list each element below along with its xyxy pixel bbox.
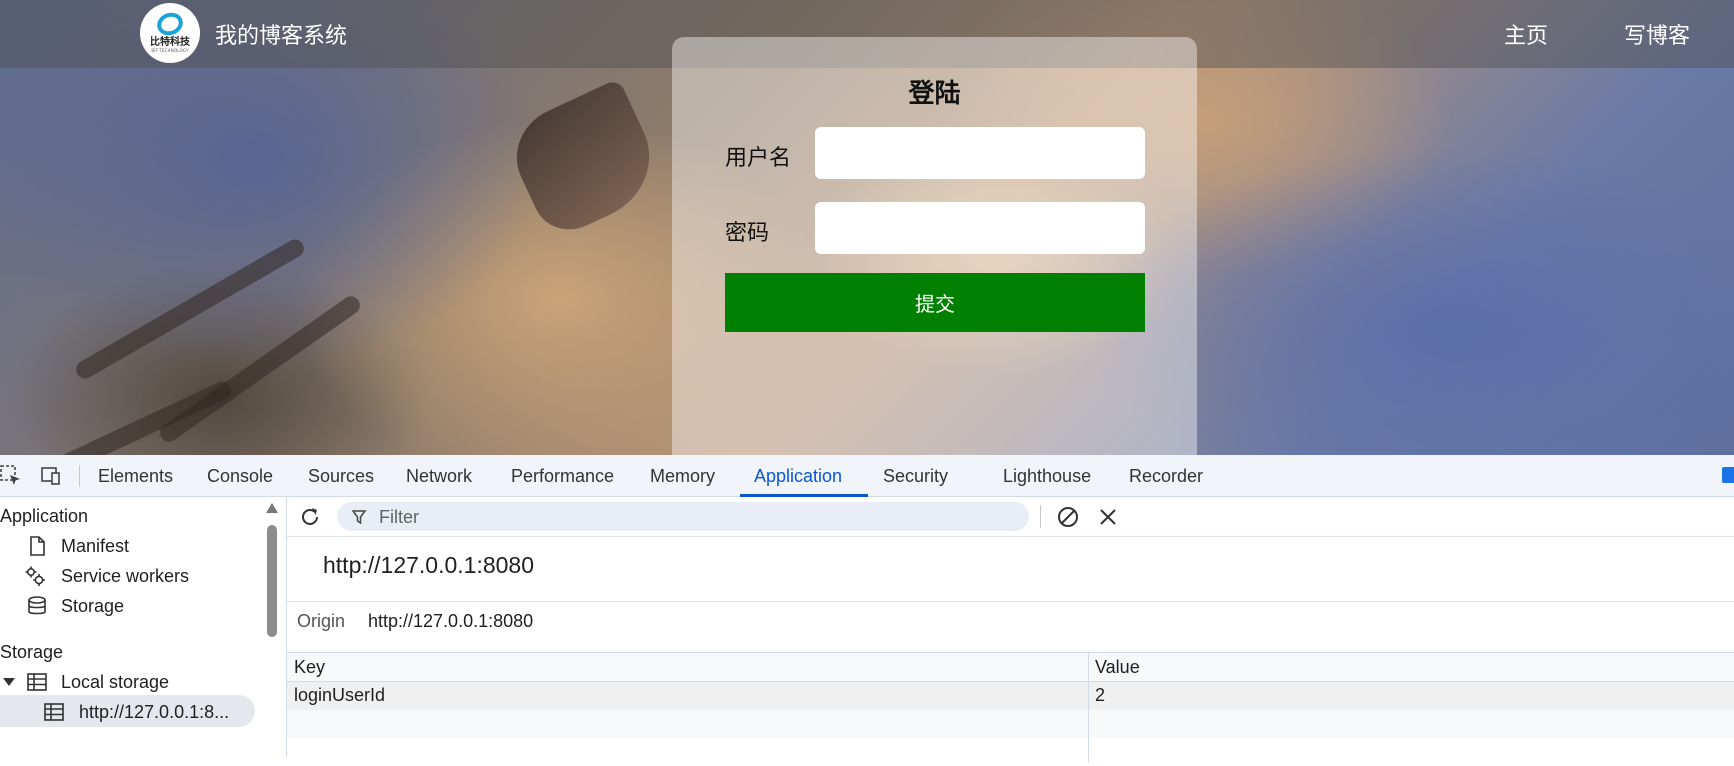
blog-page: 比特科技 BIT-TECHNOLOGY 我的博客系统 主页 写博客 登陆 用户名… <box>0 0 1734 455</box>
username-label: 用户名 <box>725 146 792 171</box>
nav-home-link[interactable]: 主页 <box>1504 18 1548 50</box>
sidebar-item-storage[interactable]: Storage <box>61 596 124 617</box>
tab-recorder[interactable]: Recorder <box>1129 466 1203 487</box>
table-icon <box>27 673 47 691</box>
storage-origin-header: http://127.0.0.1:8080 <box>323 552 535 578</box>
gears-icon <box>25 566 45 586</box>
table-header-row: Key Value <box>287 652 1734 682</box>
origin-label: Origin <box>297 611 346 631</box>
login-dialog: 登陆 用户名 密码 提交 <box>672 37 1197 455</box>
tab-elements[interactable]: Elements <box>98 466 173 487</box>
site-logo[interactable]: 比特科技 BIT-TECHNOLOGY <box>140 3 200 63</box>
inspect-element-icon[interactable] <box>0 465 22 487</box>
device-toolbar-icon[interactable] <box>40 465 62 487</box>
table-cell-key: loginUserId <box>294 685 386 705</box>
tab-network[interactable]: Network <box>406 466 472 487</box>
logo-subtext: BIT-TECHNOLOGY <box>151 48 189 53</box>
tab-memory[interactable]: Memory <box>650 466 715 487</box>
column-divider[interactable] <box>1088 652 1089 762</box>
storage-main-panel: http://127.0.0.1:8080 Origin http://127.… <box>286 497 1734 766</box>
tab-security[interactable]: Security <box>883 466 948 487</box>
devtools-tabbar: Elements Console Sources Network Perform… <box>0 455 1734 497</box>
site-title: 我的博客系统 <box>215 24 348 49</box>
tab-console[interactable]: Console <box>207 466 273 487</box>
toolbar-separator <box>79 465 80 487</box>
application-sidebar: Application Manifest Service workers Sto… <box>0 497 260 757</box>
tab-lighthouse[interactable]: Lighthouse <box>1003 466 1091 487</box>
tab-application[interactable]: Application <box>754 466 842 487</box>
sidebar-heading-storage: Storage <box>0 642 64 662</box>
table-row[interactable]: loginUserId 2 <box>287 682 1734 710</box>
sidebar-item-manifest[interactable]: Manifest <box>61 536 129 557</box>
sidebar-item-service-workers[interactable]: Service workers <box>61 566 189 587</box>
toolbar-separator <box>1040 505 1041 528</box>
tab-sources[interactable]: Sources <box>308 466 374 487</box>
logo-text: 比特科技 <box>150 37 190 48</box>
scrollbar-thumb[interactable] <box>267 525 277 637</box>
database-icon <box>28 596 46 615</box>
messages-icon[interactable] <box>1722 467 1734 483</box>
origin-value: http://127.0.0.1:8080 <box>368 611 534 631</box>
column-header-value[interactable]: Value <box>1095 657 1140 678</box>
filter-input[interactable] <box>377 505 981 529</box>
expand-triangle-icon[interactable] <box>0 671 22 693</box>
table-cell-value: 2 <box>1095 685 1106 705</box>
background-cat-ear <box>500 78 670 242</box>
table-row-empty <box>287 738 1734 766</box>
divider <box>287 601 1734 602</box>
clear-all-icon[interactable] <box>1056 505 1080 529</box>
refresh-icon[interactable] <box>298 505 322 529</box>
delete-selected-icon[interactable] <box>1097 506 1119 528</box>
sidebar-item-local-storage[interactable]: Local storage <box>61 672 169 693</box>
sidebar-item-local-storage-origin[interactable]: http://127.0.0.1:8... <box>79 702 229 723</box>
password-input[interactable] <box>815 202 1145 254</box>
devtools-panel: Elements Console Sources Network Perform… <box>0 455 1734 766</box>
submit-button[interactable]: 提交 <box>725 273 1145 332</box>
scroll-up-arrow-icon[interactable] <box>266 503 278 513</box>
login-title: 登陆 <box>908 79 961 109</box>
tab-performance[interactable]: Performance <box>511 466 614 487</box>
table-row-empty <box>287 710 1734 738</box>
password-label: 密码 <box>725 221 770 246</box>
nav-write-blog-link[interactable]: 写博客 <box>1624 18 1690 50</box>
sidebar-heading-application: Application <box>0 506 89 526</box>
username-input[interactable] <box>815 127 1145 179</box>
table-icon <box>44 703 64 721</box>
file-icon <box>30 536 45 556</box>
filter-icon <box>351 510 367 525</box>
logo-icon <box>154 9 186 39</box>
filter-box[interactable] <box>337 502 1029 531</box>
column-header-key[interactable]: Key <box>294 657 325 678</box>
storage-toolbar <box>287 497 1734 537</box>
